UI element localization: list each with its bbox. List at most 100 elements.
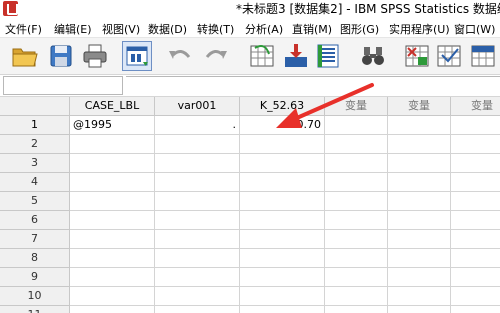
table-cell[interactable] (451, 192, 500, 211)
table-cell[interactable] (155, 268, 240, 287)
table-cell[interactable] (325, 230, 388, 249)
column-header[interactable]: K_52.63 (240, 97, 325, 116)
table-cell[interactable] (388, 154, 451, 173)
print-icon[interactable] (80, 41, 110, 71)
column-header[interactable]: var001 (155, 97, 240, 116)
menu-view[interactable]: 视图(V) (102, 21, 140, 37)
table-cell[interactable] (70, 173, 155, 192)
split-file-icon[interactable] (468, 41, 498, 71)
table-cell[interactable] (155, 230, 240, 249)
table-cell[interactable] (325, 268, 388, 287)
open-icon[interactable] (10, 41, 40, 71)
cell-value-field[interactable] (126, 76, 500, 95)
row-header[interactable]: 8 (0, 249, 70, 268)
menu-window[interactable]: 窗口(W) (454, 21, 495, 37)
table-cell[interactable] (451, 268, 500, 287)
table-cell[interactable] (240, 230, 325, 249)
row-header[interactable]: 5 (0, 192, 70, 211)
row-header[interactable]: 10 (0, 287, 70, 306)
menu-direct-marketing[interactable]: 直销(M) (292, 21, 332, 37)
table-cell[interactable] (388, 230, 451, 249)
menu-edit[interactable]: 编辑(E) (54, 21, 92, 37)
table-cell[interactable] (240, 192, 325, 211)
save-icon[interactable] (46, 41, 76, 71)
table-cell[interactable] (70, 230, 155, 249)
table-cell[interactable] (70, 287, 155, 306)
goto-case-icon[interactable] (247, 41, 277, 71)
table-cell[interactable] (70, 268, 155, 287)
table-cell[interactable] (325, 287, 388, 306)
table-cell[interactable] (155, 192, 240, 211)
table-cell[interactable] (325, 173, 388, 192)
row-header[interactable]: 7 (0, 230, 70, 249)
cell-reference-field[interactable] (3, 76, 123, 95)
grid-corner[interactable] (0, 97, 70, 116)
table-cell[interactable] (240, 211, 325, 230)
table-cell[interactable] (388, 135, 451, 154)
table-cell[interactable] (155, 135, 240, 154)
table-cell[interactable] (325, 192, 388, 211)
table-cell[interactable] (70, 211, 155, 230)
insert-variable-icon[interactable] (434, 41, 464, 71)
table-cell[interactable] (240, 306, 325, 313)
table-cell[interactable] (451, 135, 500, 154)
table-cell[interactable]: 50.70 (240, 116, 325, 135)
table-cell[interactable] (388, 192, 451, 211)
table-cell[interactable] (155, 173, 240, 192)
row-header[interactable]: 9 (0, 268, 70, 287)
table-cell[interactable] (70, 306, 155, 313)
row-header[interactable]: 1 (0, 116, 70, 135)
table-cell[interactable] (325, 135, 388, 154)
menu-file[interactable]: 文件(F) (5, 21, 42, 37)
table-cell[interactable] (388, 287, 451, 306)
table-cell[interactable]: @1995 (70, 116, 155, 135)
goto-variable-icon[interactable] (281, 41, 311, 71)
table-cell[interactable] (325, 116, 388, 135)
table-cell[interactable] (388, 211, 451, 230)
column-header[interactable]: CASE_LBL (70, 97, 155, 116)
row-header[interactable]: 6 (0, 211, 70, 230)
menu-analyze[interactable]: 分析(A) (245, 21, 283, 37)
table-cell[interactable] (451, 287, 500, 306)
table-cell[interactable] (388, 268, 451, 287)
table-cell[interactable] (70, 192, 155, 211)
table-cell[interactable] (240, 173, 325, 192)
table-cell[interactable] (155, 306, 240, 313)
row-header[interactable]: 3 (0, 154, 70, 173)
row-header[interactable]: 2 (0, 135, 70, 154)
variables-icon[interactable] (313, 41, 343, 71)
table-cell[interactable] (451, 230, 500, 249)
table-cell[interactable] (451, 116, 500, 135)
dialog-recall-icon[interactable] (122, 41, 152, 71)
table-cell[interactable] (325, 249, 388, 268)
insert-cases-icon[interactable] (402, 41, 432, 71)
table-cell[interactable] (70, 249, 155, 268)
table-cell[interactable] (388, 116, 451, 135)
table-cell[interactable] (451, 173, 500, 192)
column-header[interactable]: 变量 (388, 97, 451, 116)
table-cell[interactable] (325, 306, 388, 313)
table-cell[interactable] (325, 154, 388, 173)
table-cell[interactable] (70, 135, 155, 154)
table-cell[interactable] (155, 154, 240, 173)
redo-icon[interactable] (201, 41, 231, 71)
table-cell[interactable] (451, 306, 500, 313)
menu-transform[interactable]: 转换(T) (197, 21, 234, 37)
table-cell[interactable] (70, 154, 155, 173)
spss-app-icon[interactable] (3, 1, 18, 16)
table-cell[interactable] (388, 306, 451, 313)
table-cell[interactable] (155, 287, 240, 306)
table-cell[interactable] (325, 211, 388, 230)
table-cell[interactable] (240, 154, 325, 173)
column-header[interactable]: 变量 (451, 97, 500, 116)
table-cell[interactable] (451, 154, 500, 173)
row-header[interactable]: 4 (0, 173, 70, 192)
column-header[interactable]: 变量 (325, 97, 388, 116)
table-cell[interactable] (240, 249, 325, 268)
table-cell[interactable] (388, 249, 451, 268)
find-icon[interactable] (358, 41, 388, 71)
table-cell[interactable] (240, 268, 325, 287)
table-cell[interactable] (451, 249, 500, 268)
table-cell[interactable] (155, 211, 240, 230)
menu-graphs[interactable]: 图形(G) (340, 21, 379, 37)
